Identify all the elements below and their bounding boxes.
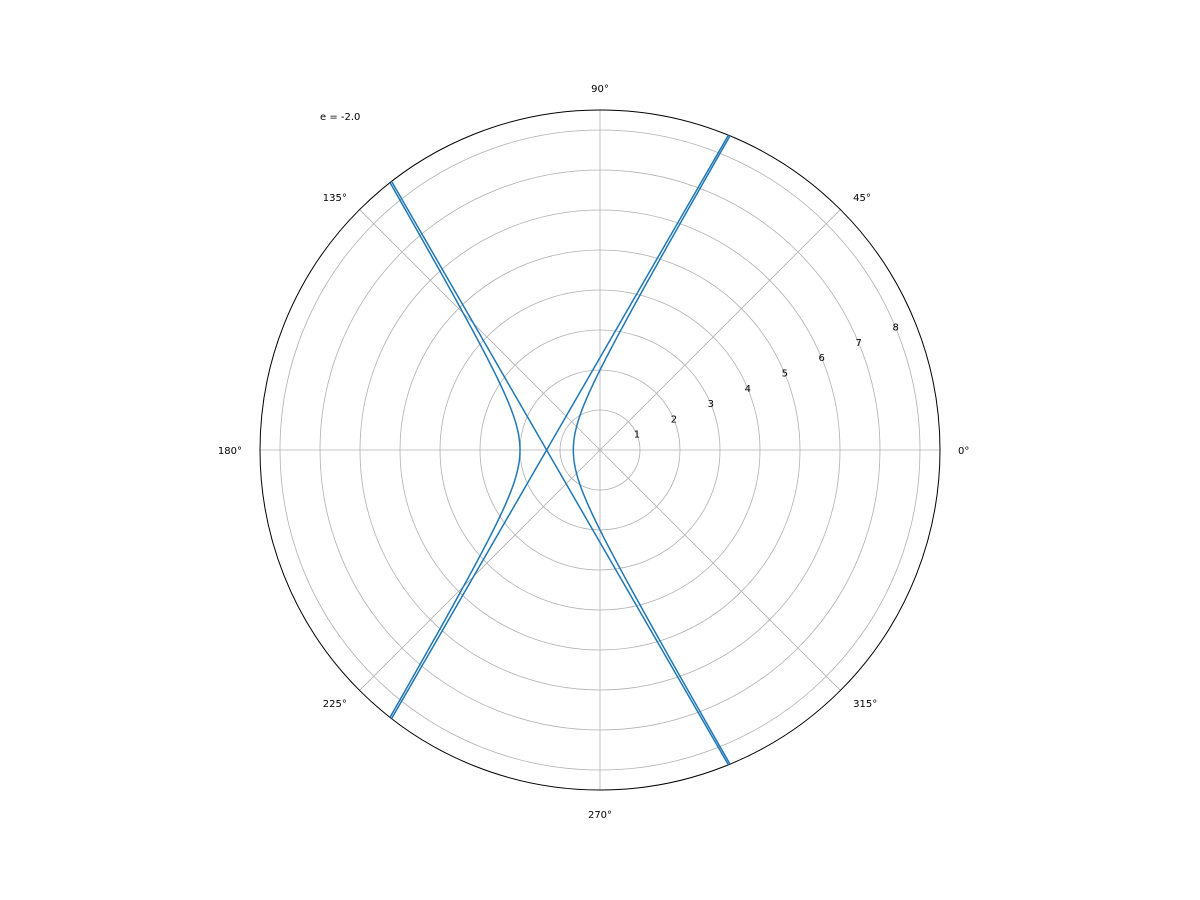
- r-tick-label: 1: [634, 430, 640, 441]
- angle-tick-label: 180°: [218, 446, 242, 457]
- angle-tick-label: 225°: [323, 699, 347, 710]
- grid-spoke: [360, 450, 600, 690]
- angle-tick-label: 45°: [853, 193, 871, 204]
- r-tick-label: 4: [745, 384, 751, 395]
- grid-spoke: [360, 210, 600, 450]
- chart-container: 0° 45° 90° 135° 180° 225° 270° 315° 1 2 3 4 5 6 7 8 e = …: [0, 0, 1200, 900]
- r-tick-label: 7: [855, 338, 861, 349]
- grid-spoke: [600, 450, 840, 690]
- r-tick-label: 5: [782, 368, 788, 379]
- r-tick-label: 3: [708, 399, 714, 410]
- angle-tick-label: 270°: [588, 810, 612, 821]
- angle-tick-label: 135°: [323, 193, 347, 204]
- r-tick-label: 8: [892, 323, 898, 334]
- angle-tick-label: 315°: [853, 699, 877, 710]
- grid-spoke: [600, 210, 840, 450]
- angle-tick-label: 90°: [591, 84, 609, 95]
- r-tick-label: 6: [819, 353, 825, 364]
- r-tick-label: 2: [671, 414, 677, 425]
- polar-chart: 0° 45° 90° 135° 180° 225° 270° 315° 1 2 3 4 5 6 7 8 e = …: [0, 0, 1200, 900]
- angle-tick-label: 0°: [958, 446, 969, 457]
- annotation-text: e = -2.0: [320, 112, 360, 123]
